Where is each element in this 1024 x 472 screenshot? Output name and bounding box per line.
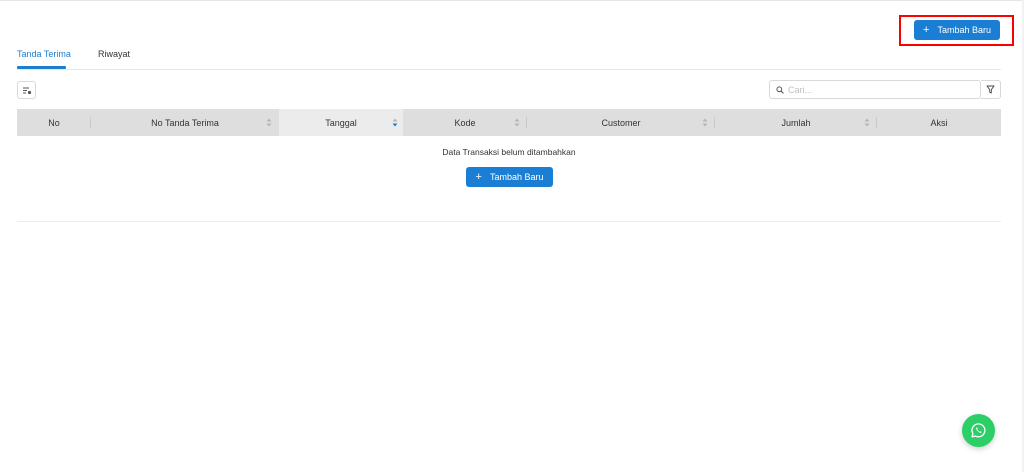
active-tab-indicator [17,66,66,69]
column-label: Kode [454,117,476,128]
sort-icon[interactable] [864,118,870,127]
filter-icon [986,85,995,94]
add-new-button[interactable]: + Tambah Baru [914,20,1000,40]
whatsapp-icon [971,423,986,438]
column-label: No [48,117,60,128]
column-header-tanggal[interactable]: Tanggal [279,109,403,136]
whatsapp-chat-button[interactable] [962,414,995,447]
column-settings-button[interactable] [17,81,36,99]
column-label: No Tanda Terima [151,117,219,128]
empty-state-message: Data Transaksi belum ditambahkan [442,147,576,157]
sort-icon[interactable] [514,118,520,127]
search-icon [776,85,784,94]
column-header-customer[interactable]: Customer [527,109,715,136]
data-table: No No Tanda Terima Tanggal Kode Customer [17,109,1001,222]
column-label: Jumlah [781,117,811,128]
add-new-button-label: Tambah Baru [937,25,991,35]
column-label: Tanggal [325,117,357,128]
sort-desc-icon[interactable] [392,118,398,127]
search-input[interactable] [788,84,968,95]
table-header: No No Tanda Terima Tanggal Kode Customer [17,109,1001,136]
column-header-jumlah[interactable]: Jumlah [715,109,877,136]
column-header-aksi: Aksi [877,109,1001,136]
empty-state-add-button[interactable]: + Tambah Baru [466,167,553,187]
column-label: Customer [601,117,641,128]
column-header-kode[interactable]: Kode [403,109,527,136]
filter-button[interactable] [981,80,1001,99]
column-label: Aksi [930,117,948,128]
column-header-no-tanda-terima[interactable]: No Tanda Terima [91,109,279,136]
sort-icon[interactable] [702,118,708,127]
search-field[interactable] [769,80,981,99]
table-body: Data Transaksi belum ditambahkan + Tamba… [17,136,1001,222]
sort-icon[interactable] [266,118,272,127]
tab-bar: Tanda Terima Riwayat [17,44,1001,70]
tab-tanda-terima[interactable]: Tanda Terima [17,49,71,59]
plus-icon: + [923,23,930,36]
column-settings-icon [22,87,31,94]
tab-riwayat[interactable]: Riwayat [98,49,130,59]
top-divider [0,0,1024,1]
column-header-no: No [17,109,91,136]
plus-icon: + [475,170,482,183]
empty-state-add-button-label: Tambah Baru [489,172,544,182]
